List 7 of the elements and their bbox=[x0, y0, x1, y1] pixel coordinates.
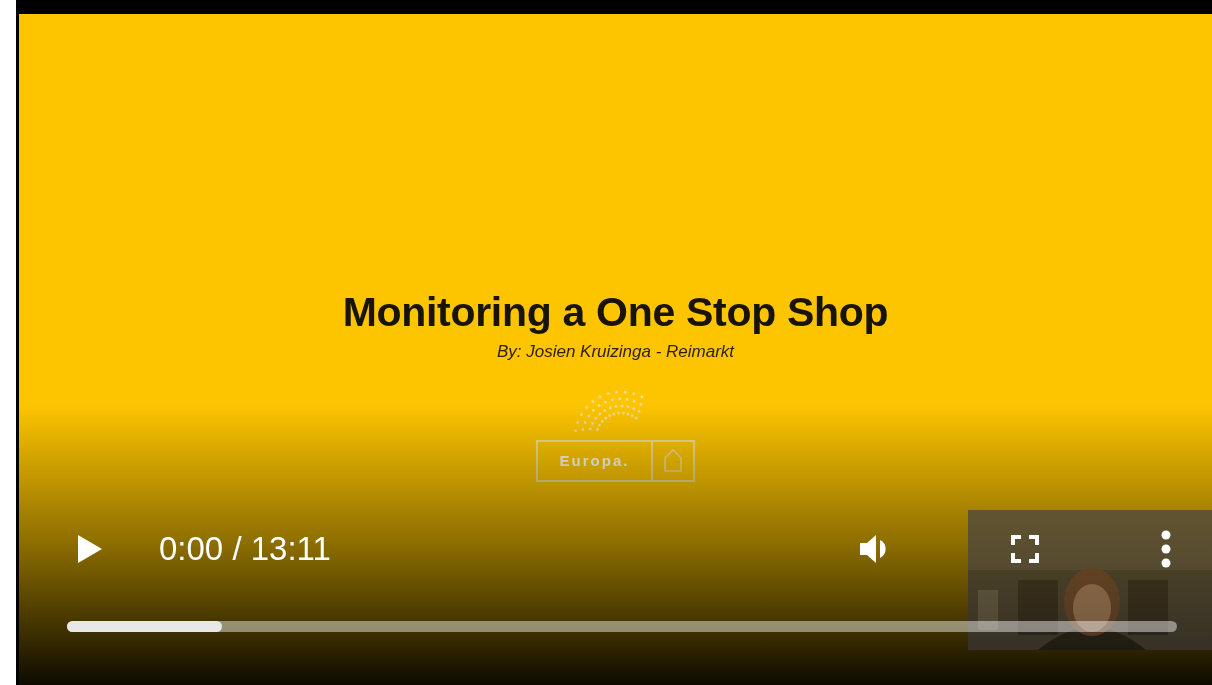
more-options-button[interactable] bbox=[1160, 529, 1172, 569]
logo-text: Europa. bbox=[537, 442, 654, 480]
fullscreen-button[interactable] bbox=[1008, 532, 1042, 566]
time-display: 0:00 / 13:11 bbox=[159, 530, 331, 568]
slide-title: Monitoring a One Stop Shop bbox=[342, 289, 889, 336]
slide-subtitle: By: Josien Kruizinga - Reimarkt bbox=[496, 342, 735, 362]
progress-bar[interactable] bbox=[67, 621, 1177, 632]
